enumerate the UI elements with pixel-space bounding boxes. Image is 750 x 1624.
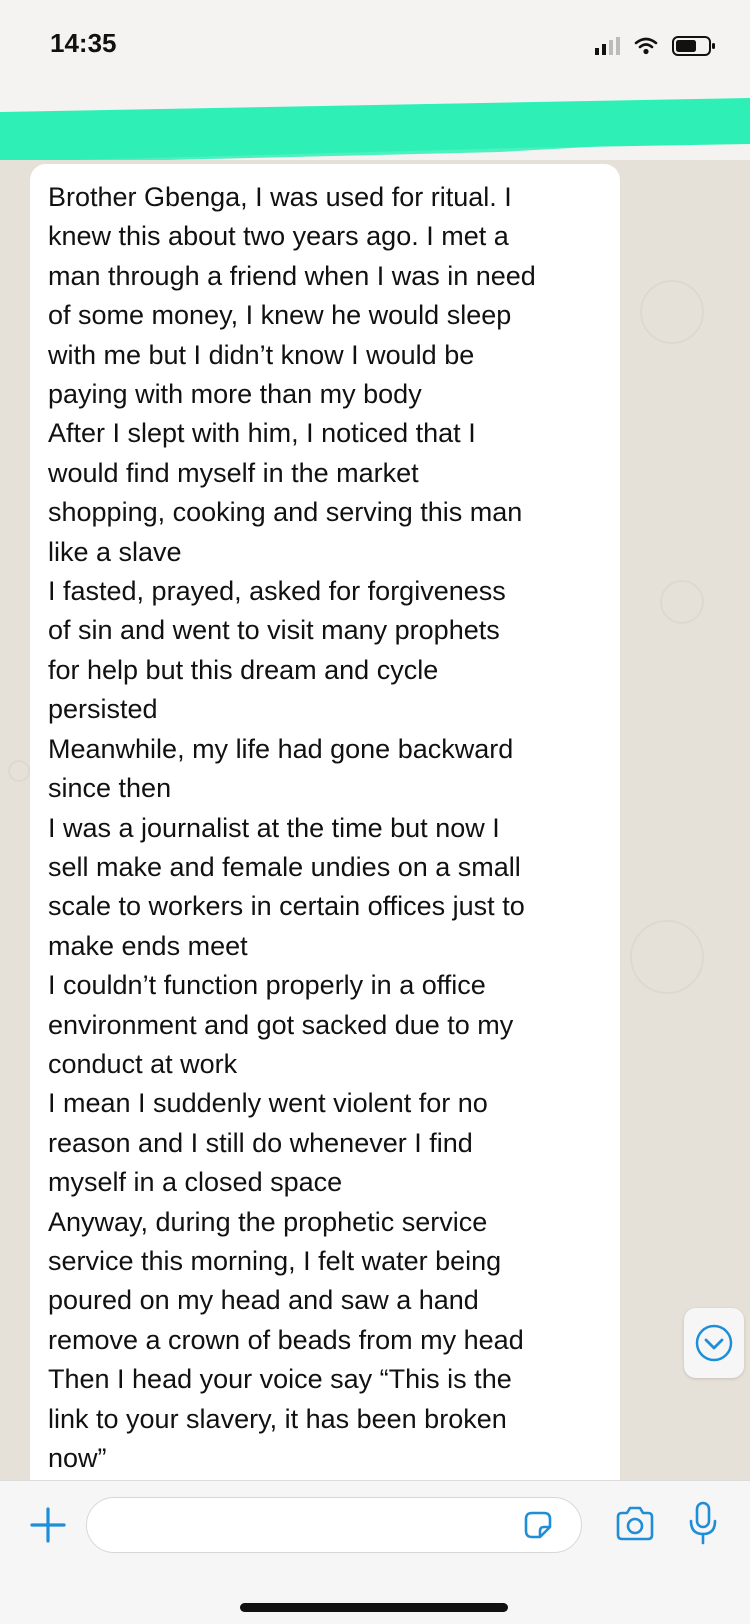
message-line: Brother Gbenga, I was used for ritual. I — [48, 182, 512, 212]
wallpaper-doodle — [660, 580, 704, 624]
message-line: service this morning, I felt water being — [48, 1245, 502, 1276]
sticker-button[interactable] — [522, 1509, 554, 1541]
message-line: sell make and female undies on a small — [48, 851, 521, 882]
message-line: Anyway, during the prophetic service — [48, 1206, 488, 1237]
message-line: now” — [48, 1443, 107, 1473]
message-line: would find myself in the market — [48, 457, 419, 488]
message-line: I couldn’t function properly in a office — [48, 970, 486, 1001]
message-line: man through a friend when I was in need — [48, 260, 536, 291]
sticker-icon — [524, 1511, 552, 1539]
camera-icon — [616, 1506, 654, 1541]
message-line: paying with more than my body — [48, 379, 422, 410]
message-line: of some money, I knew he would sleep — [48, 300, 512, 331]
wallpaper-doodle — [8, 760, 30, 782]
message-line: conduct at work — [48, 1048, 238, 1079]
microphone-button[interactable] — [688, 1501, 718, 1547]
message-line: I mean I suddenly went violent for no — [48, 1088, 488, 1119]
status-icons — [595, 34, 716, 58]
message-line: scale to workers in certain offices just… — [48, 891, 525, 922]
message-bubble[interactable]: Brother Gbenga, I was used for ritual. I… — [30, 164, 620, 1480]
message-line: I was a journalist at the time but now I — [48, 812, 500, 843]
message-line: for help but this dream and cycle — [48, 654, 439, 685]
signal-icon — [595, 37, 620, 55]
wifi-icon — [634, 37, 658, 55]
chat-area[interactable]: Brother Gbenga, I was used for ritual. I… — [0, 160, 750, 1480]
battery-icon — [672, 35, 716, 57]
message-line: myself in a closed space — [48, 1167, 343, 1198]
scroll-down-button[interactable] — [684, 1308, 744, 1378]
message-line: Then I head your voice say “This is the — [48, 1364, 512, 1395]
message-line: remove a crown of beads from my head — [48, 1324, 524, 1355]
message-line: poured on my head and saw a hand — [48, 1285, 479, 1316]
message-line: Meanwhile, my life had gone backward — [48, 733, 514, 764]
message-line: environment and got sacked due to my — [48, 1009, 514, 1040]
wallpaper-doodle — [630, 920, 704, 994]
message-line: with me but I didn’t know I would be — [48, 339, 475, 370]
message-line: shopping, cooking and serving this man — [48, 497, 523, 528]
home-indicator[interactable] — [240, 1603, 508, 1612]
input-bar — [0, 1480, 750, 1624]
message-line: make ends meet — [48, 930, 248, 961]
message-text: Brother Gbenga, I was used for ritual. I… — [48, 178, 608, 1478]
message-line: of sin and went to visit many prophets — [48, 615, 500, 646]
plus-icon — [30, 1507, 66, 1543]
status-time: 14:35 — [50, 28, 117, 58]
chevron-down-icon — [695, 1324, 733, 1362]
message-line: persisted — [48, 694, 158, 725]
attach-button[interactable] — [26, 1503, 70, 1547]
message-line: reason and I still do whenever I find — [48, 1127, 473, 1158]
message-input[interactable] — [86, 1497, 582, 1553]
microphone-icon — [689, 1501, 717, 1545]
message-line: like a slave — [48, 536, 182, 567]
message-line: link to your slavery, it has been broken — [48, 1403, 507, 1434]
status-bar: 14:35 — [0, 0, 750, 100]
camera-button[interactable] — [614, 1505, 656, 1543]
message-line: since then — [48, 773, 172, 804]
message-line: I fasted, prayed, asked for forgiveness — [48, 576, 506, 607]
wallpaper-doodle — [640, 280, 704, 344]
message-line: After I slept with him, I noticed that I — [48, 418, 476, 449]
message-line: knew this about two years ago. I met a — [48, 221, 509, 252]
